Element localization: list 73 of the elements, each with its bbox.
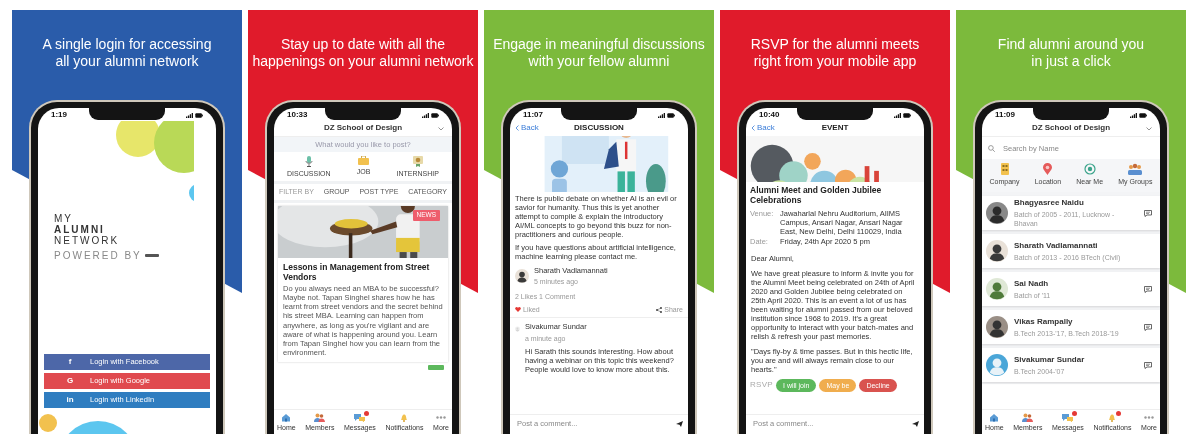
avatar — [986, 240, 1008, 263]
headline: RSVP for the alumni meets right from your mobile app — [749, 35, 921, 71]
event-title: Alumni Meet and Golden Jubilee Celebrations — [749, 184, 883, 207]
back-chevron-icon — [751, 125, 755, 132]
signal-icon — [422, 113, 429, 118]
location-pin-icon — [1043, 163, 1053, 175]
bell-icon — [400, 412, 409, 422]
member-name: Sai Nadh — [1014, 278, 1050, 290]
avatar — [986, 278, 1008, 301]
back-link[interactable]: Back — [515, 123, 539, 134]
avatar — [515, 269, 529, 284]
search-icon — [988, 144, 995, 152]
brand-logo-icon — [144, 254, 159, 257]
status-time: 1:19 — [51, 110, 67, 121]
powered-by-text: POWERED BY — [54, 250, 142, 261]
signal-icon — [894, 113, 901, 118]
microphone-icon — [304, 156, 313, 167]
member-name: Sharath Vadlamannati — [1014, 240, 1099, 252]
message-icon[interactable] — [1144, 285, 1152, 293]
briefcase-icon — [358, 156, 370, 165]
rsvp-label: RSVP — [750, 380, 773, 392]
group-icon — [1128, 163, 1143, 175]
home-icon — [281, 412, 292, 422]
people-icon — [1022, 412, 1034, 422]
logo-text: MY — [54, 213, 74, 224]
signal-icon — [658, 113, 665, 118]
battery-icon — [195, 113, 203, 118]
status-time: 10:40 — [759, 110, 780, 121]
back-chevron-icon — [515, 125, 519, 132]
chevron-down-icon — [1146, 126, 1152, 131]
send-icon[interactable] — [912, 420, 919, 427]
battery-icon — [1139, 113, 1147, 118]
status-time: 11:09 — [995, 110, 1016, 121]
send-icon[interactable] — [676, 420, 683, 427]
building-icon — [1000, 163, 1009, 175]
headline: Stay up to date with all the happenings on your alumni network — [251, 35, 475, 71]
headline: Find alumni around you in just a click — [996, 35, 1146, 71]
back-link[interactable]: Back — [751, 123, 775, 134]
battery-icon — [903, 113, 911, 118]
battery-icon — [431, 113, 439, 118]
home-icon — [989, 412, 1000, 422]
headline: A single login for accessing all your alumni network — [41, 35, 213, 71]
heart-icon — [515, 307, 521, 313]
member-name: Sivakumar Sundar — [1014, 354, 1086, 366]
message-icon[interactable] — [1144, 209, 1152, 217]
bell-icon — [1108, 412, 1117, 422]
message-icon[interactable] — [1144, 323, 1152, 331]
member-name: Bhagyasree Naidu — [1014, 198, 1085, 209]
people-icon — [314, 412, 326, 422]
tag-marker — [428, 364, 444, 370]
status-time: 10:33 — [287, 110, 308, 121]
avatar — [986, 316, 1008, 339]
logo-text: NETWORK — [54, 235, 121, 246]
screen-title: EVENT — [821, 123, 849, 134]
chevron-down-icon — [438, 126, 444, 131]
chat-icon — [354, 412, 366, 422]
headline: Engage in meaningful discussions with your fellow alumni — [492, 35, 706, 71]
chat-icon — [1062, 412, 1074, 422]
logo-text: ALUMNI — [54, 224, 106, 235]
screen-title: DISCUSSION — [574, 123, 624, 134]
member-name: Vikas Rampally — [1014, 316, 1074, 328]
avatar — [986, 202, 1008, 225]
status-time: 11:07 — [523, 110, 544, 121]
school-selector[interactable]: DZ School of Design — [982, 121, 1160, 137]
battery-icon — [667, 113, 675, 118]
signal-icon — [1130, 113, 1137, 118]
message-icon[interactable] — [1144, 361, 1152, 369]
target-icon — [1083, 163, 1096, 175]
certificate-icon — [412, 156, 423, 167]
avatar — [986, 354, 1008, 377]
post-title: Lessons in Management from Street Vendors — [282, 260, 431, 284]
signal-icon — [186, 113, 193, 118]
share-icon — [656, 306, 663, 313]
